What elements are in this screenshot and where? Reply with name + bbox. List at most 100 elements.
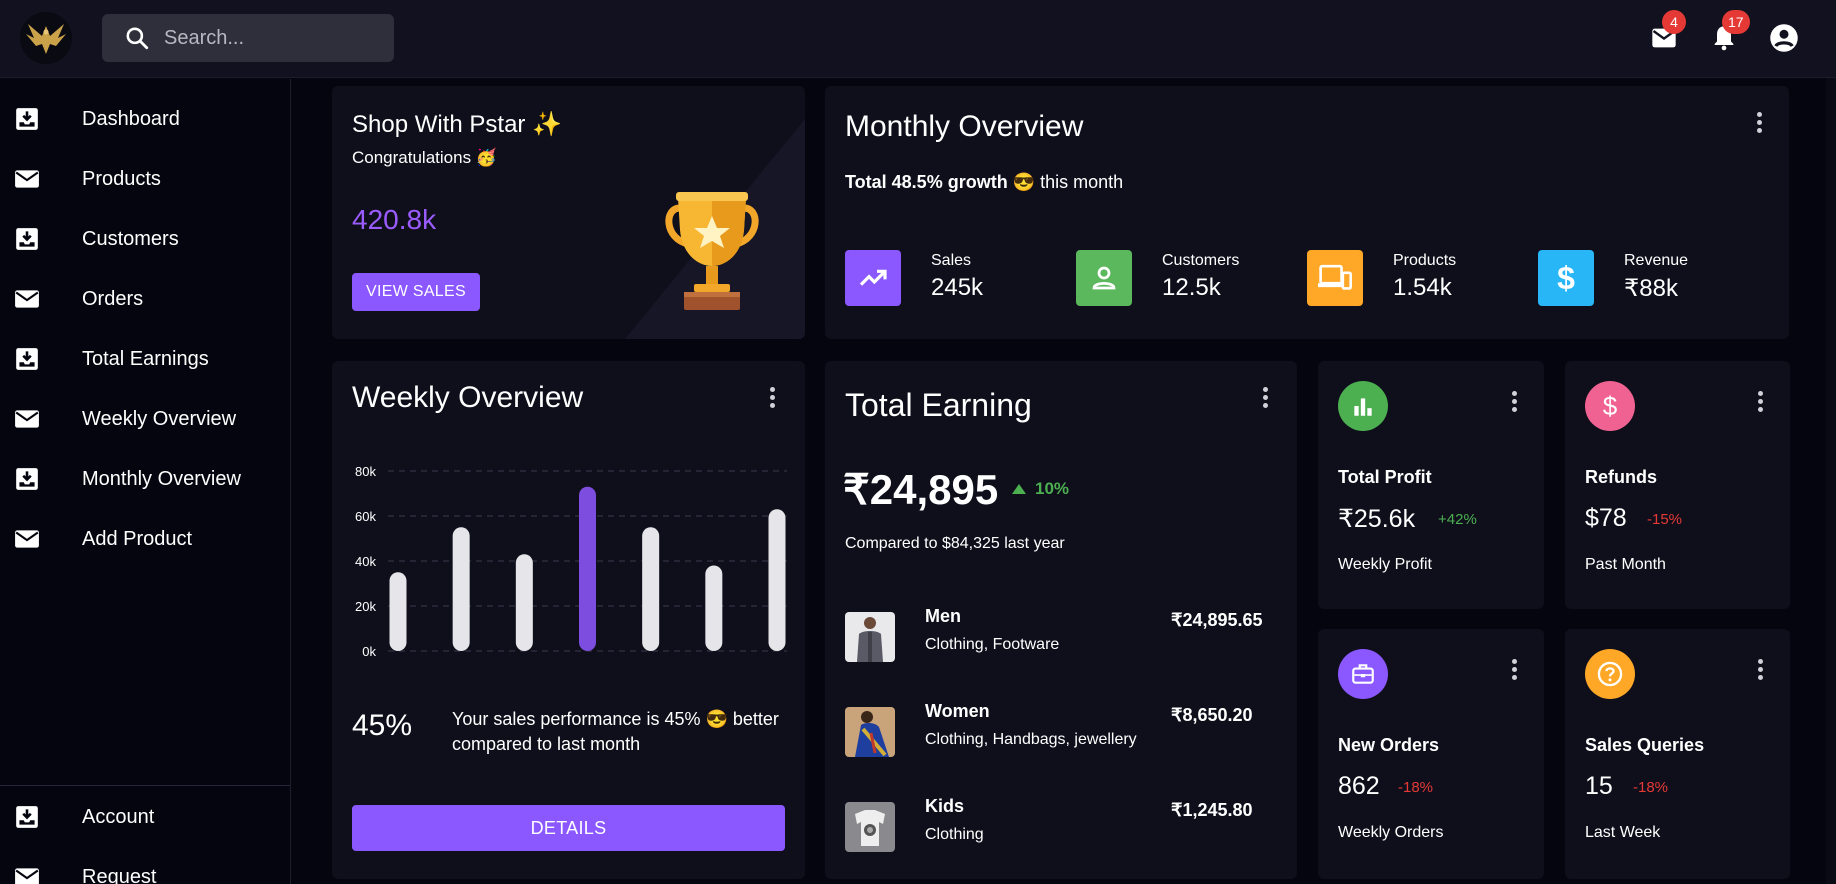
welcome-subtitle: Congratulations 🥳 (352, 148, 497, 167)
women-product-thumbnail (845, 707, 895, 757)
stat-customers: Customers 12.5k (1076, 250, 1306, 306)
sidebar-item-request[interactable]: Request (0, 855, 290, 884)
earning-item-price: ₹8,650.20 (1171, 705, 1253, 725)
list-item[interactable]: Men Clothing, Footware ₹24,895.65 (845, 606, 1285, 662)
y-tick-label: 40k (355, 554, 376, 569)
sidebar-item-label: Customers (82, 227, 179, 250)
mini-card-change: +42% (1438, 511, 1477, 528)
top-bar: Search... 4 17 (0, 0, 1836, 78)
earning-item-category: Clothing (925, 826, 984, 843)
kids-product-thumbnail (845, 802, 895, 852)
weekly-description: Your sales performance is 45% 😎 better c… (452, 709, 779, 754)
mini-card-change: -15% (1647, 511, 1683, 528)
page-scrollbar[interactable] (1826, 78, 1836, 884)
growth-rest-text: this month (1040, 172, 1124, 192)
arrow-up-icon (1012, 484, 1026, 494)
sidebar-item-label: Weekly Overview (82, 407, 237, 430)
account-button[interactable] (1768, 22, 1800, 54)
more-options-button[interactable] (1747, 110, 1771, 134)
earning-item-category: Clothing, Handbags, jewellery (925, 731, 1137, 748)
sidebar-item-add-product[interactable]: Add Product (0, 517, 290, 561)
more-options-button[interactable] (1502, 389, 1526, 413)
more-options-button[interactable] (1502, 657, 1526, 681)
briefcase-icon (1338, 649, 1388, 699)
mail-icon (15, 868, 39, 884)
mini-card-title: Sales Queries (1585, 735, 1705, 755)
bar-chart-icon (1338, 381, 1388, 431)
chart-bar[interactable] (579, 486, 596, 651)
mail-icon (15, 170, 39, 188)
trending-up-icon (845, 250, 901, 306)
earning-change: 10% (1011, 479, 1069, 499)
y-tick-label: 20k (355, 599, 376, 614)
card-title: Total Earning (845, 387, 1032, 423)
sidebar-item-customers[interactable]: Customers (0, 217, 290, 261)
sidebar-item-orders[interactable]: Orders (0, 277, 290, 321)
more-vert-icon (1511, 657, 1517, 681)
sidebar: Dashboard Products Customers Orders Tota… (0, 79, 291, 884)
stat-label: Products (1393, 252, 1457, 269)
mail-button[interactable]: 4 (1648, 10, 1686, 54)
sidebar-item-label: Monthly Overview (82, 467, 241, 490)
sidebar-item-dashboard[interactable]: Dashboard (0, 97, 290, 141)
y-tick-label: 80k (355, 464, 376, 479)
earning-item-price: ₹1,245.80 (1171, 800, 1253, 820)
monthly-overview-card: Monthly Overview Total 48.5% growth 😎 th… (825, 86, 1789, 339)
more-options-button[interactable] (760, 385, 784, 409)
mini-card-footer: Past Month (1585, 556, 1666, 573)
dollar-circle-icon: $ (1585, 381, 1635, 431)
mini-card-value: 15 (1585, 772, 1613, 800)
sidebar-item-total-earnings[interactable]: Total Earnings (0, 337, 290, 381)
more-options-button[interactable] (1748, 657, 1772, 681)
sidebar-item-label: Total Earnings (82, 347, 209, 370)
sidebar-item-weekly-overview[interactable]: Weekly Overview (0, 397, 290, 441)
earning-amount: ₹24,895 (843, 466, 999, 513)
details-button[interactable]: DETAILS (352, 805, 785, 851)
men-product-thumbnail (845, 612, 895, 662)
sidebar-divider (0, 785, 290, 786)
more-vert-icon (1757, 389, 1763, 413)
chart-bar[interactable] (389, 572, 407, 651)
card-title: Weekly Overview (352, 381, 584, 414)
chart-bar[interactable] (768, 509, 786, 651)
more-options-button[interactable] (1253, 385, 1277, 409)
chart-bar[interactable] (705, 565, 723, 652)
phoenix-logo-icon[interactable] (20, 12, 72, 64)
sidebar-item-label: Add Product (82, 527, 193, 550)
search-icon (126, 27, 149, 50)
search-input[interactable]: Search... (164, 27, 244, 50)
more-vert-icon (1756, 110, 1762, 134)
mini-card-title: Total Profit (1338, 467, 1432, 487)
mini-card-value: $78 (1585, 504, 1627, 532)
list-item[interactable]: Kids Clothing ₹1,245.80 (845, 796, 1285, 852)
earning-item-name: Women (925, 701, 990, 721)
mini-card-change: -18% (1398, 779, 1434, 796)
list-item[interactable]: Women Clothing, Handbags, jewellery ₹8,6… (845, 701, 1285, 757)
chart-bar[interactable] (642, 527, 660, 651)
stat-sales: Sales 245k (845, 250, 1075, 306)
help-circle-icon (1585, 649, 1635, 699)
view-sales-button[interactable]: VIEW SALES (352, 273, 480, 311)
dollar-icon: $ (1538, 250, 1594, 306)
more-vert-icon (1262, 385, 1268, 409)
y-tick-label: 60k (355, 509, 376, 524)
stat-value: ₹88k (1624, 275, 1678, 302)
inbox-download-icon (16, 228, 38, 250)
welcome-title: Shop With Pstar ✨ (352, 111, 562, 138)
sidebar-item-products[interactable]: Products (0, 157, 290, 201)
earning-compare: Compared to $84,325 last year (845, 535, 1065, 552)
more-options-button[interactable] (1748, 389, 1772, 413)
notifications-badge: 17 (1722, 10, 1750, 34)
mini-card-title: New Orders (1338, 735, 1440, 755)
sidebar-item-account[interactable]: Account (0, 795, 290, 839)
trophy-icon (665, 192, 759, 310)
earning-change-value: 10% (1035, 479, 1070, 498)
total-profit-card: Total Profit ₹25.6k +42% Weekly Profit (1318, 361, 1544, 609)
chart-bar[interactable] (515, 554, 533, 651)
devices-icon (1307, 250, 1363, 306)
sidebar-item-monthly-overview[interactable]: Monthly Overview (0, 457, 290, 501)
sidebar-item-label: Dashboard (82, 107, 180, 130)
search-bar[interactable]: Search... (102, 14, 394, 62)
chart-bar[interactable] (452, 527, 470, 651)
notifications-button[interactable]: 17 (1708, 10, 1750, 54)
